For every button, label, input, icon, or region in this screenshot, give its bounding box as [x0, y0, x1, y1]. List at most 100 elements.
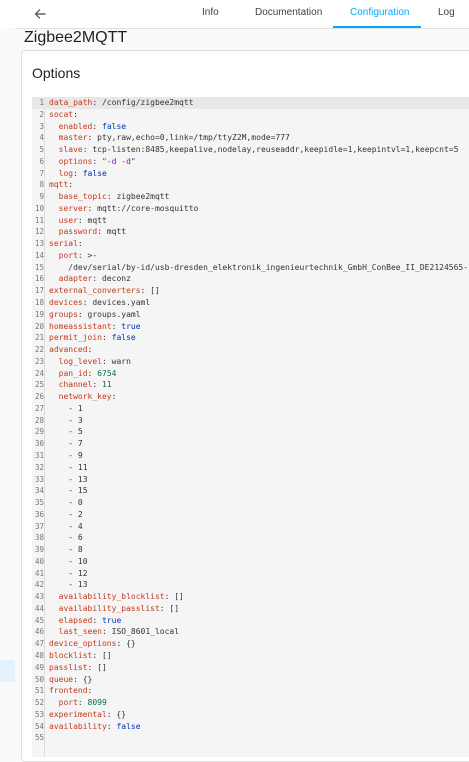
back-arrow-icon[interactable]: [30, 4, 50, 24]
code-line[interactable]: 28 - 3: [32, 415, 469, 427]
line-text: socat:: [49, 109, 78, 119]
line-number: 35: [34, 498, 44, 508]
code-line[interactable]: 34 - 15: [32, 485, 469, 497]
code-line[interactable]: 39 - 8: [32, 544, 469, 556]
code-line[interactable]: 46 last_seen: ISO_8601_local: [32, 626, 469, 638]
code-line[interactable]: 22 advanced:: [32, 344, 469, 356]
code-line[interactable]: 51 frontend:: [32, 685, 469, 697]
code-line[interactable]: 55: [32, 732, 469, 744]
code-line[interactable]: 53 experimental: {}: [32, 709, 469, 721]
line-text: master: pty,raw,echo=0,link=/tmp/ttyZ2M,…: [58, 133, 290, 143]
line-number: 27: [34, 403, 44, 413]
line-text: - 8: [49, 545, 83, 555]
code-line[interactable]: 1 data_path: /config/zigbee2mqtt: [32, 97, 469, 109]
code-line[interactable]: 17 external_converters: []: [32, 285, 469, 297]
code-line[interactable]: 13 serial:: [32, 238, 469, 250]
line-text: availability_blocklist: []: [58, 592, 184, 602]
line-text: - 13: [49, 474, 88, 484]
line-number: 21: [34, 333, 44, 343]
sidebar-edge: [0, 28, 15, 750]
page-title: Zigbee2MQTT: [24, 29, 128, 46]
line-number: 49: [34, 662, 44, 672]
code-line[interactable]: 12 password: mqtt: [32, 226, 469, 238]
line-number: 38: [34, 533, 44, 543]
line-number: 54: [34, 721, 44, 731]
code-line[interactable]: 24 pan_id: 6754: [32, 368, 469, 380]
line-text: port: >-: [58, 250, 98, 260]
code-line[interactable]: 33 - 13: [32, 474, 469, 486]
code-line[interactable]: 40 - 10: [32, 556, 469, 568]
code-line[interactable]: 49 passlist: []: [32, 662, 469, 674]
code-line[interactable]: 8 mqtt:: [32, 179, 469, 191]
code-line[interactable]: 42 - 13: [32, 579, 469, 591]
code-line[interactable]: 2 socat:: [32, 109, 469, 121]
tab-info[interactable]: Info: [202, 0, 219, 28]
code-line[interactable]: 27 - 1: [32, 403, 469, 415]
line-text: external_converters: []: [49, 286, 160, 296]
code-line[interactable]: 44 availability_passlist: []: [32, 603, 469, 615]
code-line[interactable]: 5 slave: tcp-listen:8485,keepalive,nodel…: [32, 144, 469, 156]
code-line[interactable]: 43 availability_blocklist: []: [32, 591, 469, 603]
active-tab-indicator: [333, 26, 421, 28]
code-line[interactable]: 50 queue: {}: [32, 674, 469, 686]
code-line[interactable]: 30 - 7: [32, 438, 469, 450]
code-line[interactable]: 32 - 11: [32, 462, 469, 474]
code-line[interactable]: 11 user: mqtt: [32, 215, 469, 227]
line-text: enabled: false: [58, 121, 127, 131]
line-text: - 9: [49, 450, 83, 460]
line-number: 46: [34, 627, 44, 637]
line-number: 10: [34, 203, 44, 213]
line-text: - 1: [49, 403, 83, 413]
code-line[interactable]: 37 - 4: [32, 521, 469, 533]
code-line[interactable]: 26 network_key:: [32, 391, 469, 403]
code-line[interactable]: 19 groups: groups.yaml: [32, 309, 469, 321]
line-text: advanced:: [49, 345, 93, 355]
code-line[interactable]: 7 log: false: [32, 168, 469, 180]
line-number: 29: [34, 427, 44, 437]
code-line[interactable]: 36 - 2: [32, 509, 469, 521]
code-line[interactable]: 31 - 9: [32, 450, 469, 462]
line-number: 20: [34, 321, 44, 331]
line-number: 15: [34, 262, 44, 272]
code-line[interactable]: 6 options: "-d -d": [32, 156, 469, 168]
line-text: - 13: [49, 580, 88, 590]
code-area[interactable]: 1 data_path: /config/zigbee2mqtt 2 socat: 3 …: [32, 97, 469, 744]
line-text: - 6: [49, 533, 83, 543]
tab-log[interactable]: Log: [438, 0, 455, 28]
code-line[interactable]: 52 port: 8099: [32, 697, 469, 709]
code-line[interactable]: 14 port: >-: [32, 250, 469, 262]
code-line[interactable]: 20 homeassistant: true: [32, 321, 469, 333]
code-line[interactable]: 47 device_options: {}: [32, 638, 469, 650]
line-number: 18: [34, 298, 44, 308]
code-line[interactable]: 48 blocklist: []: [32, 650, 469, 662]
line-text: experimental: {}: [49, 709, 127, 719]
code-line[interactable]: 29 - 5: [32, 426, 469, 438]
code-line[interactable]: 38 - 6: [32, 532, 469, 544]
code-line[interactable]: 10 server: mqtt://core-mosquitto: [32, 203, 469, 215]
line-number: 52: [34, 698, 44, 708]
code-line[interactable]: 21 permit_join: false: [32, 332, 469, 344]
code-line[interactable]: 18 devices: devices.yaml: [32, 297, 469, 309]
line-number: 45: [34, 615, 44, 625]
tab-documentation[interactable]: Documentation: [255, 0, 322, 28]
code-line[interactable]: 25 channel: 11: [32, 379, 469, 391]
line-number: 39: [34, 545, 44, 555]
line-text: availability_passlist: []: [58, 603, 180, 613]
line-number: 24: [34, 368, 44, 378]
code-line[interactable]: 41 - 12: [32, 568, 469, 580]
yaml-editor[interactable]: 1 data_path: /config/zigbee2mqtt 2 socat: 3 …: [32, 97, 469, 757]
code-line[interactable]: 3 enabled: false: [32, 121, 469, 133]
code-line[interactable]: 35 - 0: [32, 497, 469, 509]
line-number: 40: [34, 556, 44, 566]
code-line[interactable]: 23 log_level: warn: [32, 356, 469, 368]
tab-configuration[interactable]: Configuration: [350, 0, 409, 28]
code-line[interactable]: 54 availability: false: [32, 721, 469, 733]
line-text: - 7: [49, 439, 83, 449]
sidebar-selected-item[interactable]: [0, 660, 15, 682]
code-line[interactable]: 16 adapter: deconz: [32, 273, 469, 285]
code-line[interactable]: 4 master: pty,raw,echo=0,link=/tmp/ttyZ2…: [32, 132, 469, 144]
code-line[interactable]: 15 /dev/serial/by-id/usb-dresden_elektro…: [32, 262, 469, 274]
code-line[interactable]: 9 base_topic: zigbee2mqtt: [32, 191, 469, 203]
line-text: options: "-d -d": [58, 156, 136, 166]
code-line[interactable]: 45 elapsed: true: [32, 615, 469, 627]
